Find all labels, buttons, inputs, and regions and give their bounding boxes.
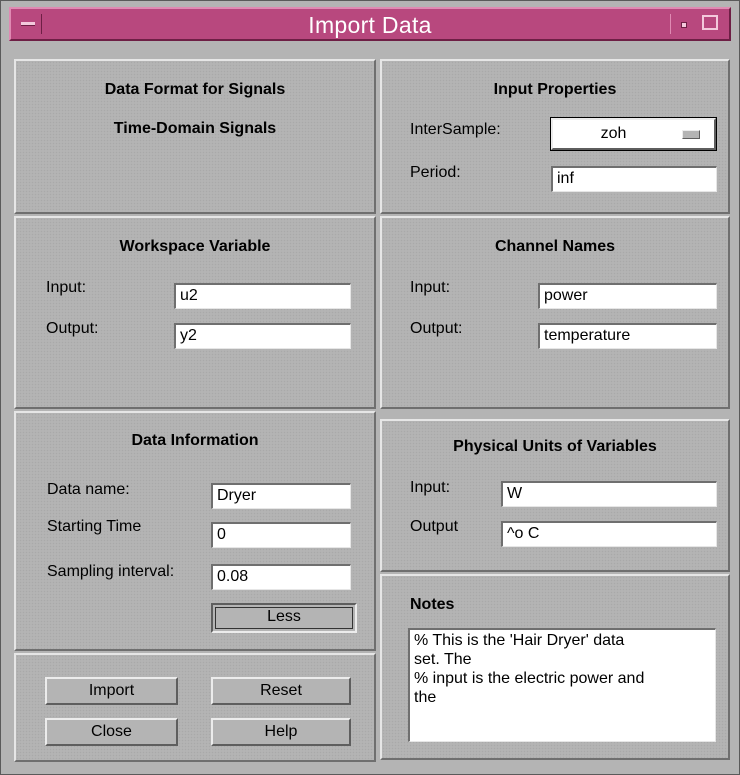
period-label: Period: xyxy=(410,164,461,181)
period-field[interactable]: inf xyxy=(551,166,717,192)
starting-time-label: Starting Time xyxy=(47,518,142,535)
data-format-title: Data Format for Signals xyxy=(104,81,286,98)
minimize-button[interactable] xyxy=(670,14,695,34)
sampling-interval-field[interactable]: 0.08 xyxy=(211,564,351,590)
data-format-panel: Data Format for Signals Time-Domain Sign… xyxy=(14,59,376,214)
starting-time-field[interactable]: 0 xyxy=(211,522,351,548)
channel-input-field[interactable]: power xyxy=(538,283,717,309)
data-format-value: Time-Domain Signals xyxy=(113,120,277,137)
notes-textarea[interactable]: % This is the 'Hair Dryer' data set. The… xyxy=(408,628,716,742)
workspace-output-label: Output: xyxy=(46,320,99,337)
maximize-icon xyxy=(702,15,718,30)
minimize-icon xyxy=(681,22,687,28)
channel-names-panel: Channel Names Input: power Output: tempe… xyxy=(380,216,730,409)
reset-button[interactable]: Reset xyxy=(211,677,351,705)
window-title: Import Data xyxy=(308,12,432,38)
units-input-field[interactable]: W xyxy=(501,481,717,507)
data-information-panel: Data Information Data name: Dryer Starti… xyxy=(14,411,376,651)
intersample-label: InterSample: xyxy=(410,121,501,138)
data-name-field[interactable]: Dryer xyxy=(211,483,351,509)
channel-input-label: Input: xyxy=(410,279,451,296)
maximize-button[interactable] xyxy=(699,14,723,34)
units-output-label: Output xyxy=(410,518,459,535)
workspace-variable-panel: Workspace Variable Input: u2 Output: y2 xyxy=(14,216,376,409)
channel-output-field[interactable]: temperature xyxy=(538,323,717,349)
less-button[interactable]: Less xyxy=(211,603,357,633)
workspace-output-field[interactable]: y2 xyxy=(174,323,351,349)
physical-units-panel: Physical Units of Variables Input: W Out… xyxy=(380,419,730,572)
title-bar[interactable]: Import Data xyxy=(9,7,731,41)
import-data-window: Import Data Data Format for Signals Time… xyxy=(0,0,740,775)
intersample-value: zoh xyxy=(600,125,627,142)
help-button[interactable]: Help xyxy=(211,718,351,746)
physical-units-title: Physical Units of Variables xyxy=(453,438,657,455)
data-name-label: Data name: xyxy=(47,481,130,498)
notes-panel: Notes % This is the 'Hair Dryer' data se… xyxy=(380,574,730,760)
workspace-input-field[interactable]: u2 xyxy=(174,283,351,309)
input-properties-panel: Input Properties InterSample: zoh Period… xyxy=(380,59,730,214)
actions-panel: Import Reset Close Help xyxy=(14,653,376,762)
workspace-variable-title: Workspace Variable xyxy=(119,238,271,255)
channel-names-title: Channel Names xyxy=(494,238,616,255)
workspace-input-label: Input: xyxy=(46,279,87,296)
units-output-field[interactable]: ^o C xyxy=(501,521,717,547)
sampling-interval-label: Sampling interval: xyxy=(47,563,175,580)
input-properties-title: Input Properties xyxy=(493,81,617,98)
data-information-title: Data Information xyxy=(131,432,259,449)
import-button[interactable]: Import xyxy=(45,677,178,705)
intersample-select[interactable]: zoh xyxy=(550,117,717,151)
option-menu-indicator-icon xyxy=(682,130,700,139)
notes-title: Notes xyxy=(410,596,455,613)
close-button[interactable]: Close xyxy=(45,718,178,746)
units-input-label: Input: xyxy=(410,479,451,496)
channel-output-label: Output: xyxy=(410,320,463,337)
